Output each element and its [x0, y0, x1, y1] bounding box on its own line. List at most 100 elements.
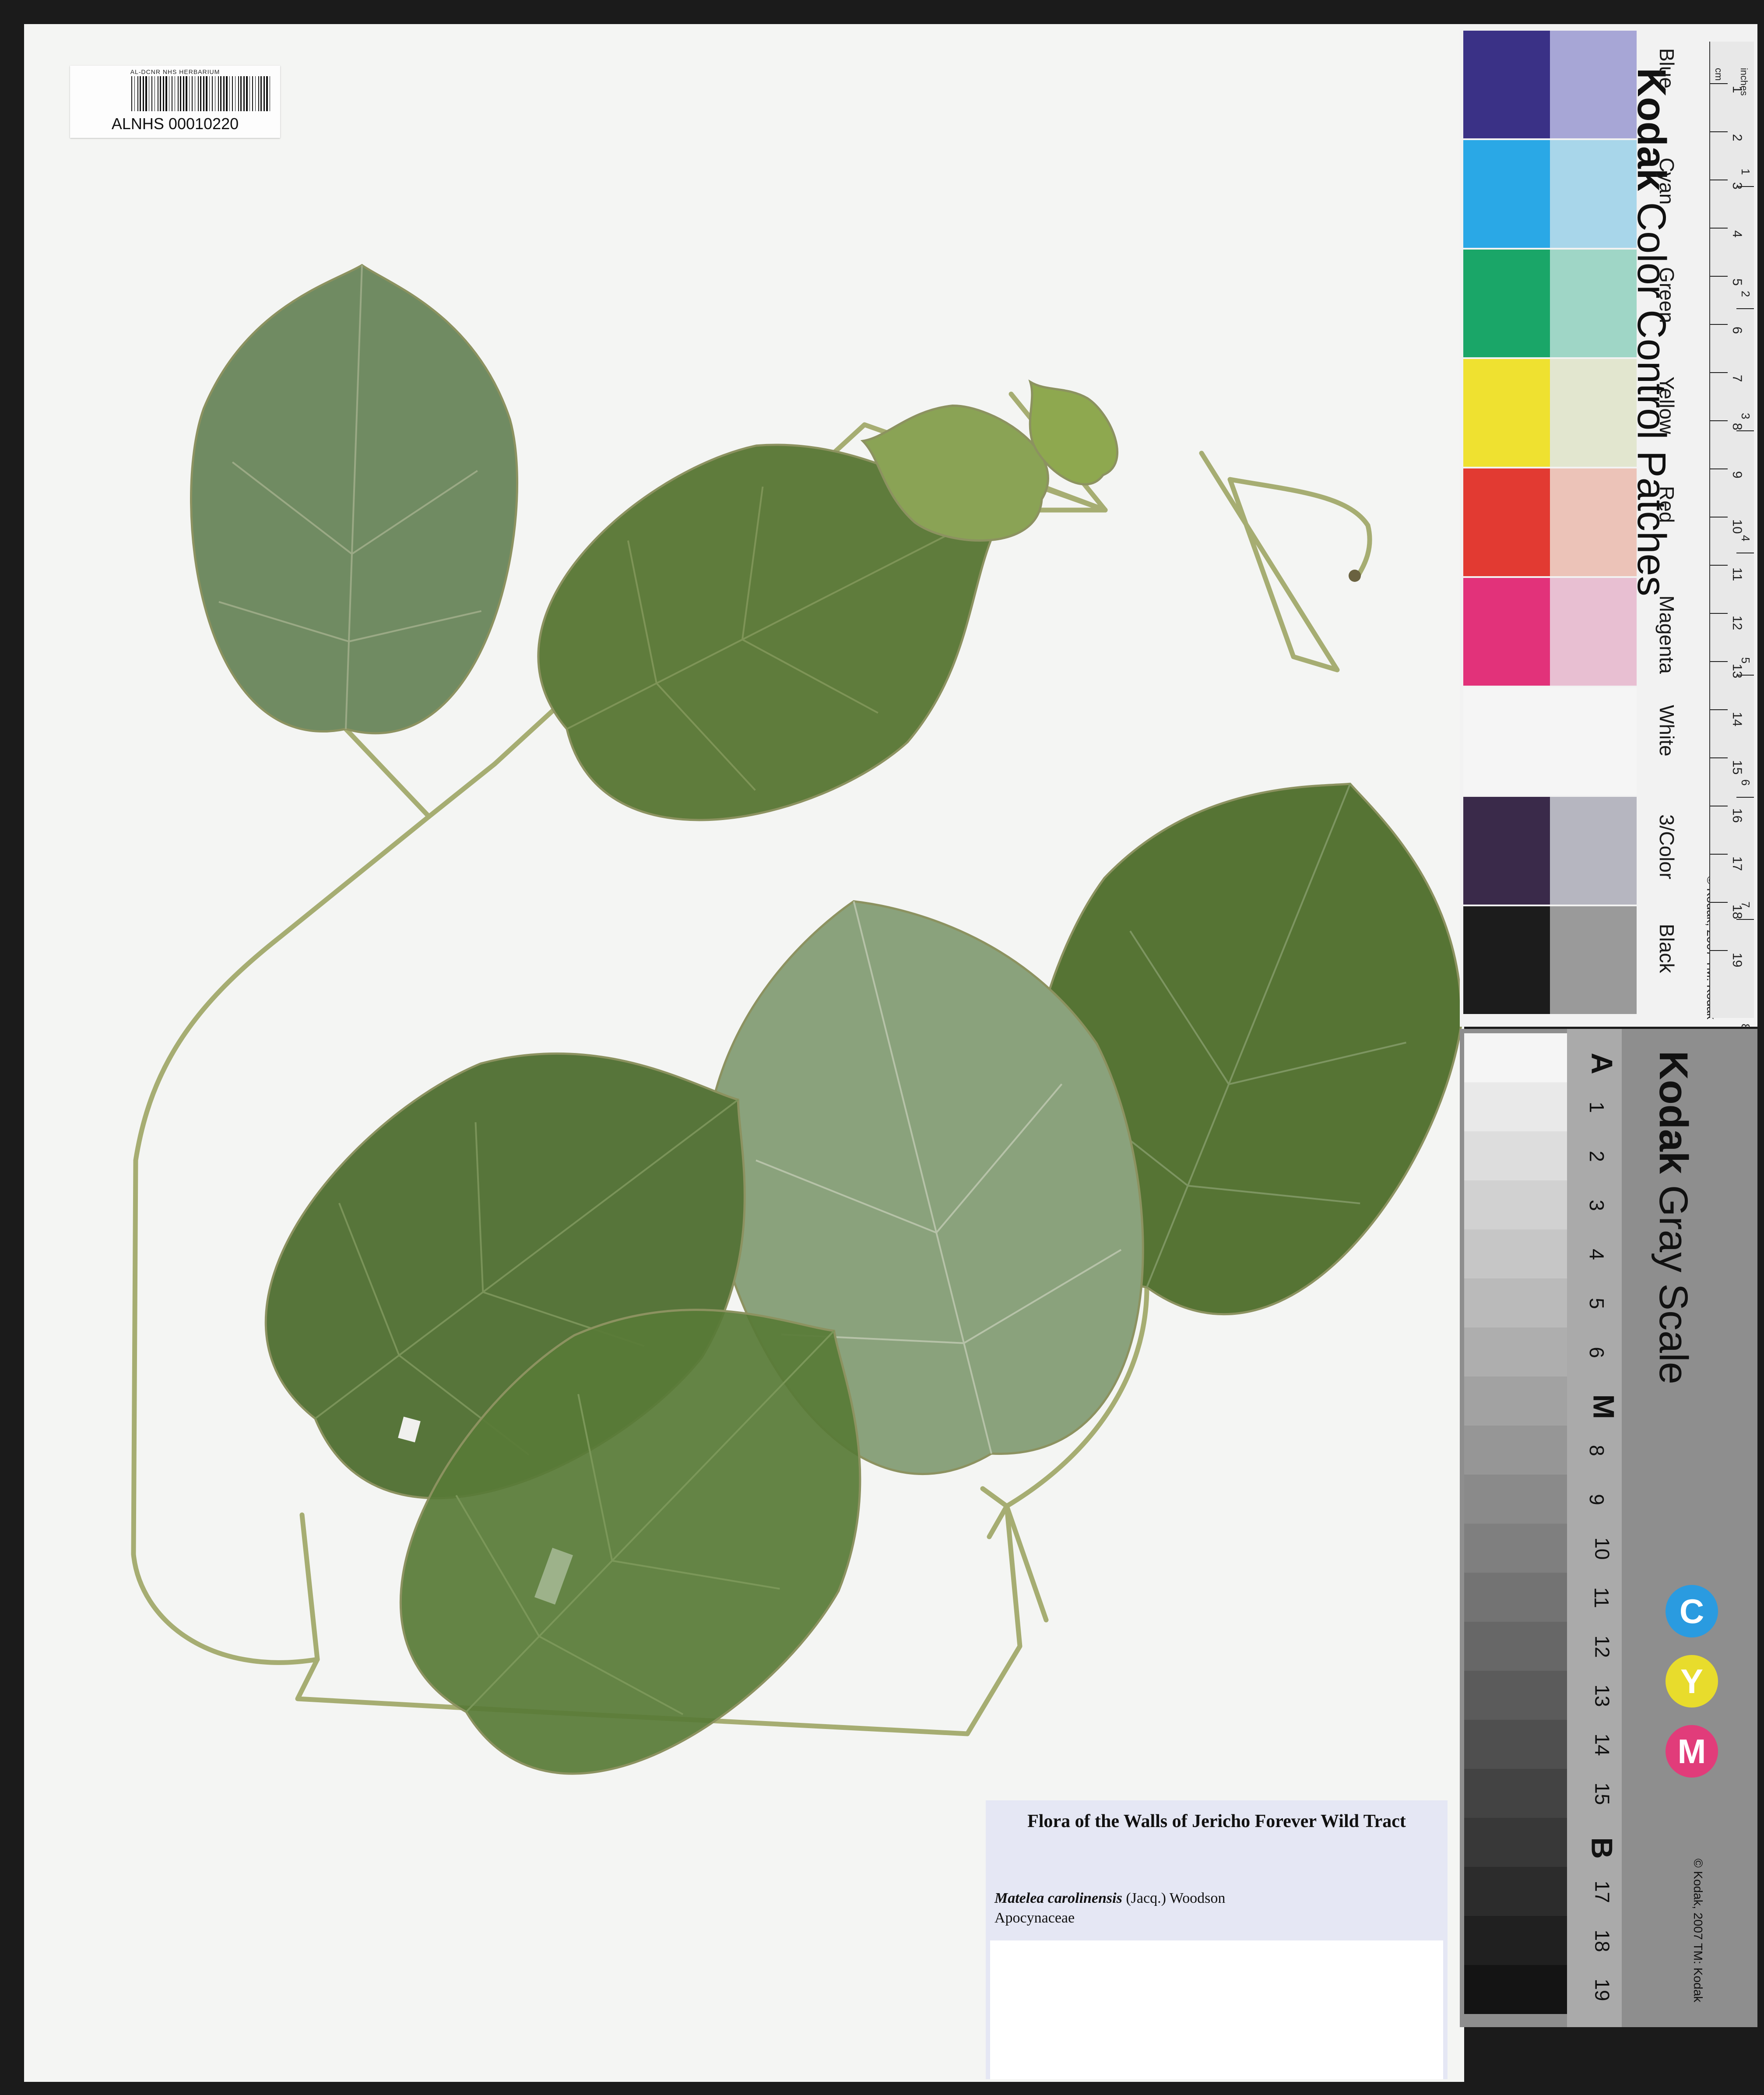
ruler-cm-label: 1 [1730, 86, 1744, 93]
gray-step-label: 1 [1585, 1102, 1608, 1113]
ruler-tick [1710, 757, 1728, 758]
barcode-bar [238, 76, 239, 111]
gray-step-label: 6 [1585, 1347, 1608, 1358]
color-patch-magenta-dark [1463, 578, 1550, 686]
barcode-bar [218, 76, 219, 111]
gray-step-label: 3 [1585, 1200, 1608, 1211]
color-patch-blue-dark [1463, 31, 1550, 138]
color-patch-yellow-light [1550, 359, 1637, 467]
gray-scale-label-strip [1567, 1029, 1622, 2027]
barcode-header: AL-DCNR NHS HERBARIUM [130, 68, 220, 75]
barcode-bar [178, 76, 179, 111]
gray-step [1464, 1131, 1567, 1180]
label-blank-area [990, 1940, 1443, 2079]
barcode-bar [189, 76, 190, 111]
barcode-bar [220, 76, 221, 111]
gray-step-label: B [1585, 1837, 1619, 1859]
gray-step [1464, 1622, 1567, 1671]
gray-step-label: 5 [1585, 1298, 1608, 1309]
barcode-bar [206, 76, 207, 111]
gray-step [1464, 1426, 1567, 1475]
color-patch-label: 3/Color [1655, 814, 1678, 880]
color-patch-black-light [1550, 906, 1637, 1014]
ruler-inch-label: 6 [1739, 779, 1752, 786]
ruler-tick [1710, 709, 1728, 710]
color-control-card: Kodak Color Control Patches © Kodak, 200… [1460, 24, 1757, 1042]
gray-step-label: 19 [1591, 1979, 1614, 2001]
gray-step-label: 8 [1585, 1445, 1608, 1456]
barcode-bar [160, 76, 161, 111]
gray-step [1464, 1818, 1567, 1867]
barcode-label: AL-DCNR NHS HERBARIUM ALNHS 00010220 [70, 66, 280, 138]
cym-dot-c: C [1666, 1585, 1718, 1637]
barcode-bar [258, 76, 259, 111]
color-patch-magenta-light [1550, 578, 1637, 686]
gray-step-label: 18 [1591, 1930, 1614, 1952]
barcode-bar [255, 76, 256, 111]
gray-step-label: 11 [1590, 1587, 1613, 1608]
ruler-cm-label: 8 [1730, 423, 1744, 430]
gray-step [1464, 1720, 1567, 1769]
gray-step-label: 2 [1585, 1151, 1608, 1162]
gray-step [1464, 1867, 1567, 1916]
gray-step [1464, 1377, 1567, 1426]
gray-step [1464, 1475, 1567, 1524]
ruler-cm-label: 15 [1730, 760, 1744, 775]
ruler-cm-label: 13 [1730, 664, 1744, 679]
color-patch-white-light [1550, 687, 1637, 795]
color-patch-label: Green [1655, 267, 1678, 323]
ruler: cm inches 123456789101112131415161718191… [1709, 42, 1754, 1042]
barcode-bar [183, 76, 184, 111]
herbarium-label: Flora of the Walls of Jericho Forever Wi… [986, 1800, 1448, 2079]
barcode-bar [165, 76, 167, 111]
ruler-tick [1710, 517, 1728, 518]
ruler-tick [1736, 308, 1754, 309]
gray-step [1464, 1327, 1567, 1377]
gray-step [1464, 1671, 1567, 1720]
catalog-number: ALNHS 00010220 [111, 115, 239, 133]
ruler-cm-label: 7 [1730, 375, 1744, 382]
barcode-bar [212, 76, 213, 111]
barcode-bar [198, 76, 199, 111]
ruler-cm-label: 6 [1730, 327, 1744, 334]
gray-step-label: 4 [1585, 1249, 1608, 1260]
color-patch-black-dark [1463, 906, 1550, 1014]
gray-step [1464, 1082, 1567, 1131]
barcode-bar [249, 76, 250, 111]
color-patch-red-light [1550, 468, 1637, 576]
color-patch-blue-light [1550, 31, 1637, 138]
gray-step [1464, 1916, 1567, 1965]
barcode-bar [246, 76, 248, 111]
ruler-cm-label: 14 [1730, 712, 1744, 727]
barcode-bar [223, 76, 225, 111]
herbarium-sheet: AL-DCNR NHS HERBARIUM ALNHS 00010220 Flo… [24, 24, 1464, 2082]
ruler-unit-cm: cm [1713, 68, 1724, 81]
barcode-bar [192, 76, 193, 111]
gray-card-copyright: © Kodak, 2007 TM: Kodak [1691, 1859, 1705, 2003]
ruler-cm-label: 12 [1730, 616, 1744, 630]
barcode-bar [140, 76, 141, 111]
gray-step [1464, 1229, 1567, 1278]
ruler-inch-label: 4 [1739, 535, 1752, 542]
ruler-tick [1710, 950, 1728, 951]
gray-step [1464, 1524, 1567, 1573]
ruler-tick [1736, 430, 1754, 431]
color-patch-label: White [1655, 705, 1678, 757]
color-patch-yellow-dark [1463, 359, 1550, 467]
color-patch-label: Red [1655, 486, 1678, 523]
color-patch-cyan-dark [1463, 140, 1550, 248]
barcode-bar [243, 76, 245, 111]
ruler-cm-label: 10 [1730, 519, 1744, 534]
ruler-cm-label: 9 [1730, 471, 1744, 479]
ruler-tick [1710, 83, 1728, 84]
ruler-tick [1710, 372, 1728, 373]
barcode-bar [226, 76, 228, 111]
ruler-cm-label: 4 [1730, 230, 1744, 238]
barcode-bar [252, 76, 253, 111]
ruler-inch-label: 3 [1739, 413, 1752, 419]
gray-step-label: 13 [1591, 1684, 1614, 1707]
barcode-image [131, 76, 270, 111]
color-patch-green-dark [1463, 250, 1550, 357]
cym-dot-y: Y [1666, 1655, 1718, 1708]
ruler-tick [1710, 854, 1728, 855]
